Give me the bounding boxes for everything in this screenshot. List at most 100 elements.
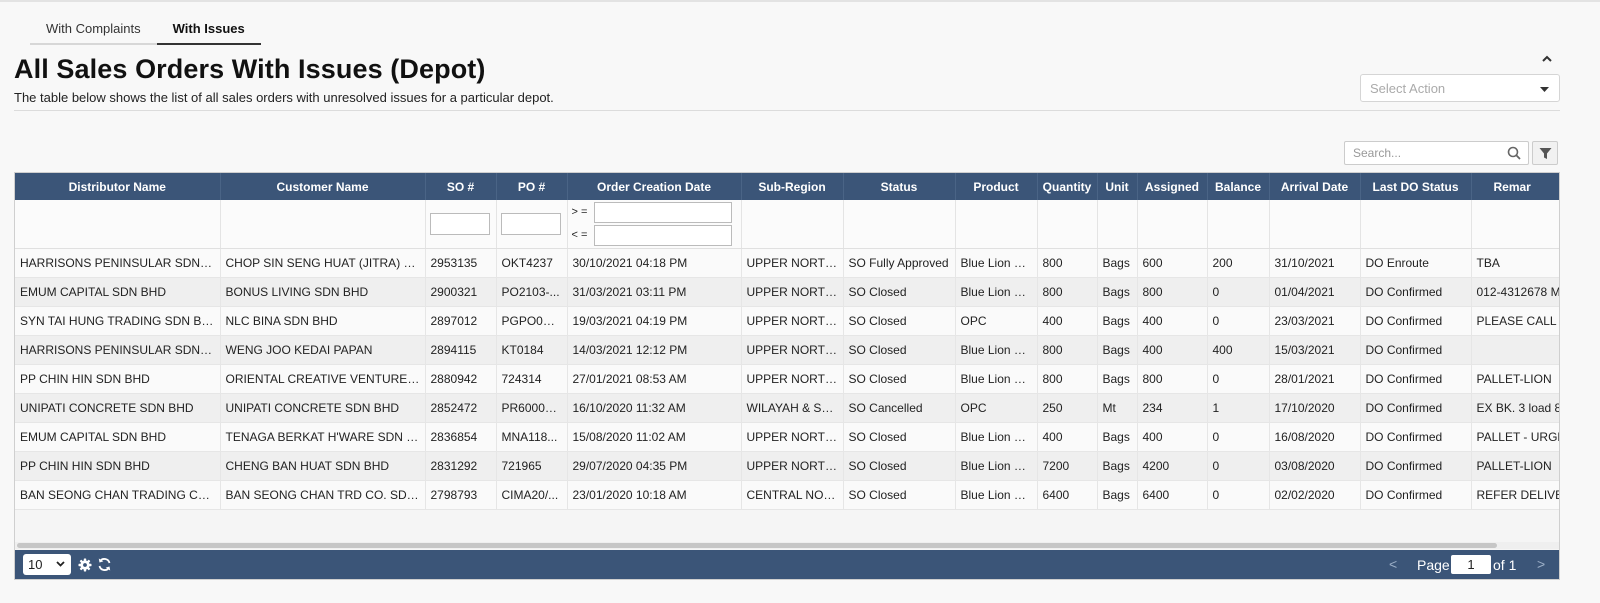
- caret-down-icon: [1540, 87, 1549, 92]
- col-po-number[interactable]: PO #: [496, 173, 568, 200]
- po-number-cell: OKT4237: [496, 248, 568, 278]
- sub-region-cell: UPPER NORTH...: [741, 335, 844, 365]
- sub-region-cell: UPPER NORTH...: [741, 306, 844, 336]
- select-action-dropdown[interactable]: Select Action: [1360, 74, 1560, 102]
- status-cell: SO Closed: [843, 422, 956, 452]
- filter-cell-status: [843, 200, 956, 249]
- do-status-cell: DO Confirmed: [1360, 306, 1472, 336]
- table-row[interactable]: PP CHIN HIN SDN BHD CHENG BAN HUAT SDN BH…: [15, 451, 1559, 481]
- customer-name-cell: WENG JOO KEDAI PAPAN: [220, 335, 426, 365]
- col-last-do-status[interactable]: Last DO Status: [1360, 173, 1472, 200]
- scrollbar-thumb[interactable]: [17, 543, 1497, 548]
- prev-page-button[interactable]: <: [1389, 556, 1397, 572]
- do-status-cell: DO Confirmed: [1360, 335, 1472, 365]
- search-icon[interactable]: [1507, 146, 1521, 160]
- table-header-row: Distributor Name Customer Name SO # PO #…: [15, 173, 1559, 200]
- do-status-cell: DO Confirmed: [1360, 277, 1472, 307]
- balance-cell: 0: [1207, 422, 1270, 452]
- page-title: All Sales Orders With Issues (Depot): [14, 54, 486, 84]
- customer-name-cell: BONUS LIVING SDN BHD: [220, 277, 426, 307]
- quantity-cell: 800: [1037, 335, 1098, 365]
- filter-cell-date: > = < =: [567, 200, 742, 249]
- sales-orders-grid: Distributor Name Customer Name SO # PO #…: [14, 172, 1560, 580]
- table-row[interactable]: HARRISONS PENINSULAR SDN BHD CHOP SIN SEN…: [15, 248, 1559, 278]
- balance-cell: 0: [1207, 364, 1270, 394]
- date-from-input[interactable]: [593, 201, 732, 223]
- do-status-cell: DO Confirmed: [1360, 451, 1472, 481]
- remarks-cell: EX BK. 3 load 8a: [1471, 393, 1559, 423]
- distributor-name-cell: SYN TAI HUNG TRADING SDN BHD: [15, 306, 221, 336]
- date-filter-to-row: < =: [572, 224, 737, 246]
- col-product[interactable]: Product: [955, 173, 1038, 200]
- table-row[interactable]: HARRISONS PENINSULAR SDN BHD WENG JOO KED…: [15, 335, 1559, 365]
- col-balance[interactable]: Balance: [1207, 173, 1270, 200]
- filter-button[interactable]: [1532, 141, 1558, 165]
- page-label: Page: [1417, 557, 1450, 573]
- filter-cell-unit: [1097, 200, 1138, 249]
- col-remarks[interactable]: Remar: [1471, 173, 1559, 200]
- date-to-input[interactable]: [593, 224, 732, 246]
- table-row[interactable]: UNIPATI CONCRETE SDN BHD UNIPATI CONCRETE…: [15, 393, 1559, 423]
- refresh-icon[interactable]: [97, 557, 112, 572]
- next-page-button[interactable]: >: [1537, 556, 1545, 572]
- tab-with-complaints[interactable]: With Complaints: [30, 18, 157, 45]
- filter-cell-distributor: [15, 200, 221, 249]
- col-order-creation-date[interactable]: Order Creation Date: [567, 173, 742, 200]
- sub-region-cell: CENTRAL NOR...: [741, 480, 844, 510]
- filter-cell-so: [425, 200, 497, 249]
- col-sub-region[interactable]: Sub-Region: [741, 173, 844, 200]
- table-row[interactable]: EMUM CAPITAL SDN BHD TENAGA BERKAT H'WARE…: [15, 422, 1559, 452]
- table-row[interactable]: EMUM CAPITAL SDN BHD BONUS LIVING SDN BHD…: [15, 277, 1559, 307]
- balance-cell: 0: [1207, 451, 1270, 481]
- chevron-up-icon[interactable]: [1540, 52, 1554, 66]
- so-filter-input[interactable]: [429, 212, 490, 235]
- col-unit[interactable]: Unit: [1097, 173, 1138, 200]
- page-number-input[interactable]: [1451, 555, 1491, 574]
- unit-cell: Bags: [1097, 335, 1138, 365]
- customer-name-cell: BAN SEONG CHAN TRD CO. SDN ...: [220, 480, 426, 510]
- col-customer-name[interactable]: Customer Name: [220, 173, 426, 200]
- col-distributor-name[interactable]: Distributor Name: [15, 173, 221, 200]
- tab-with-issues[interactable]: With Issues: [156, 18, 261, 45]
- do-status-cell: DO Confirmed: [1360, 393, 1472, 423]
- product-cell: Blue Lion C...: [955, 335, 1038, 365]
- gear-icon[interactable]: [78, 558, 92, 572]
- product-cell: OPC: [955, 393, 1038, 423]
- order-date-cell: 27/01/2021 08:53 AM: [567, 364, 742, 394]
- po-number-cell: PGPO040...: [496, 306, 568, 336]
- status-cell: SO Closed: [843, 480, 956, 510]
- col-arrival-date[interactable]: Arrival Date: [1269, 173, 1361, 200]
- unit-cell: Bags: [1097, 422, 1138, 452]
- table-row[interactable]: BAN SEONG CHAN TRADING CO. ... BAN SEONG …: [15, 480, 1559, 510]
- col-status[interactable]: Status: [843, 173, 956, 200]
- remarks-cell: REFER DELIVER: [1471, 480, 1559, 510]
- assigned-cell: 6400: [1137, 480, 1208, 510]
- balance-cell: 0: [1207, 277, 1270, 307]
- customer-name-cell: CHENG BAN HUAT SDN BHD: [220, 451, 426, 481]
- arrival-date-cell: 17/10/2020: [1269, 393, 1361, 423]
- arrival-date-cell: 28/01/2021: [1269, 364, 1361, 394]
- filter-cell-do-status: [1360, 200, 1472, 249]
- balance-cell: 400: [1207, 335, 1270, 365]
- search-box: [1344, 141, 1529, 165]
- table-row[interactable]: PP CHIN HIN SDN BHD ORIENTAL CREATIVE VEN…: [15, 364, 1559, 394]
- customer-name-cell: TENAGA BERKAT H'WARE SDN BHD: [220, 422, 426, 452]
- order-date-cell: 14/03/2021 12:12 PM: [567, 335, 742, 365]
- table-row[interactable]: SYN TAI HUNG TRADING SDN BHD NLC BINA SDN…: [15, 306, 1559, 336]
- sub-region-cell: UPPER NORTH...: [741, 451, 844, 481]
- page-size-select[interactable]: 10: [23, 554, 71, 575]
- so-number-cell: 2831292: [425, 451, 497, 481]
- status-cell: SO Closed: [843, 364, 956, 394]
- table-body: > = < = HARRISONS PENINSULAR SDN BHD CHO…: [15, 200, 1559, 510]
- quantity-cell: 250: [1037, 393, 1098, 423]
- horizontal-scrollbar[interactable]: [15, 542, 1559, 549]
- search-input[interactable]: [1351, 143, 1501, 163]
- assigned-cell: 4200: [1137, 451, 1208, 481]
- col-quantity[interactable]: Quantity: [1037, 173, 1098, 200]
- top-border: [0, 0, 1600, 2]
- po-filter-input[interactable]: [500, 212, 561, 235]
- sub-region-cell: UPPER NORTH...: [741, 277, 844, 307]
- col-assigned[interactable]: Assigned: [1137, 173, 1208, 200]
- chevron-down-icon: [56, 561, 65, 567]
- col-so-number[interactable]: SO #: [425, 173, 497, 200]
